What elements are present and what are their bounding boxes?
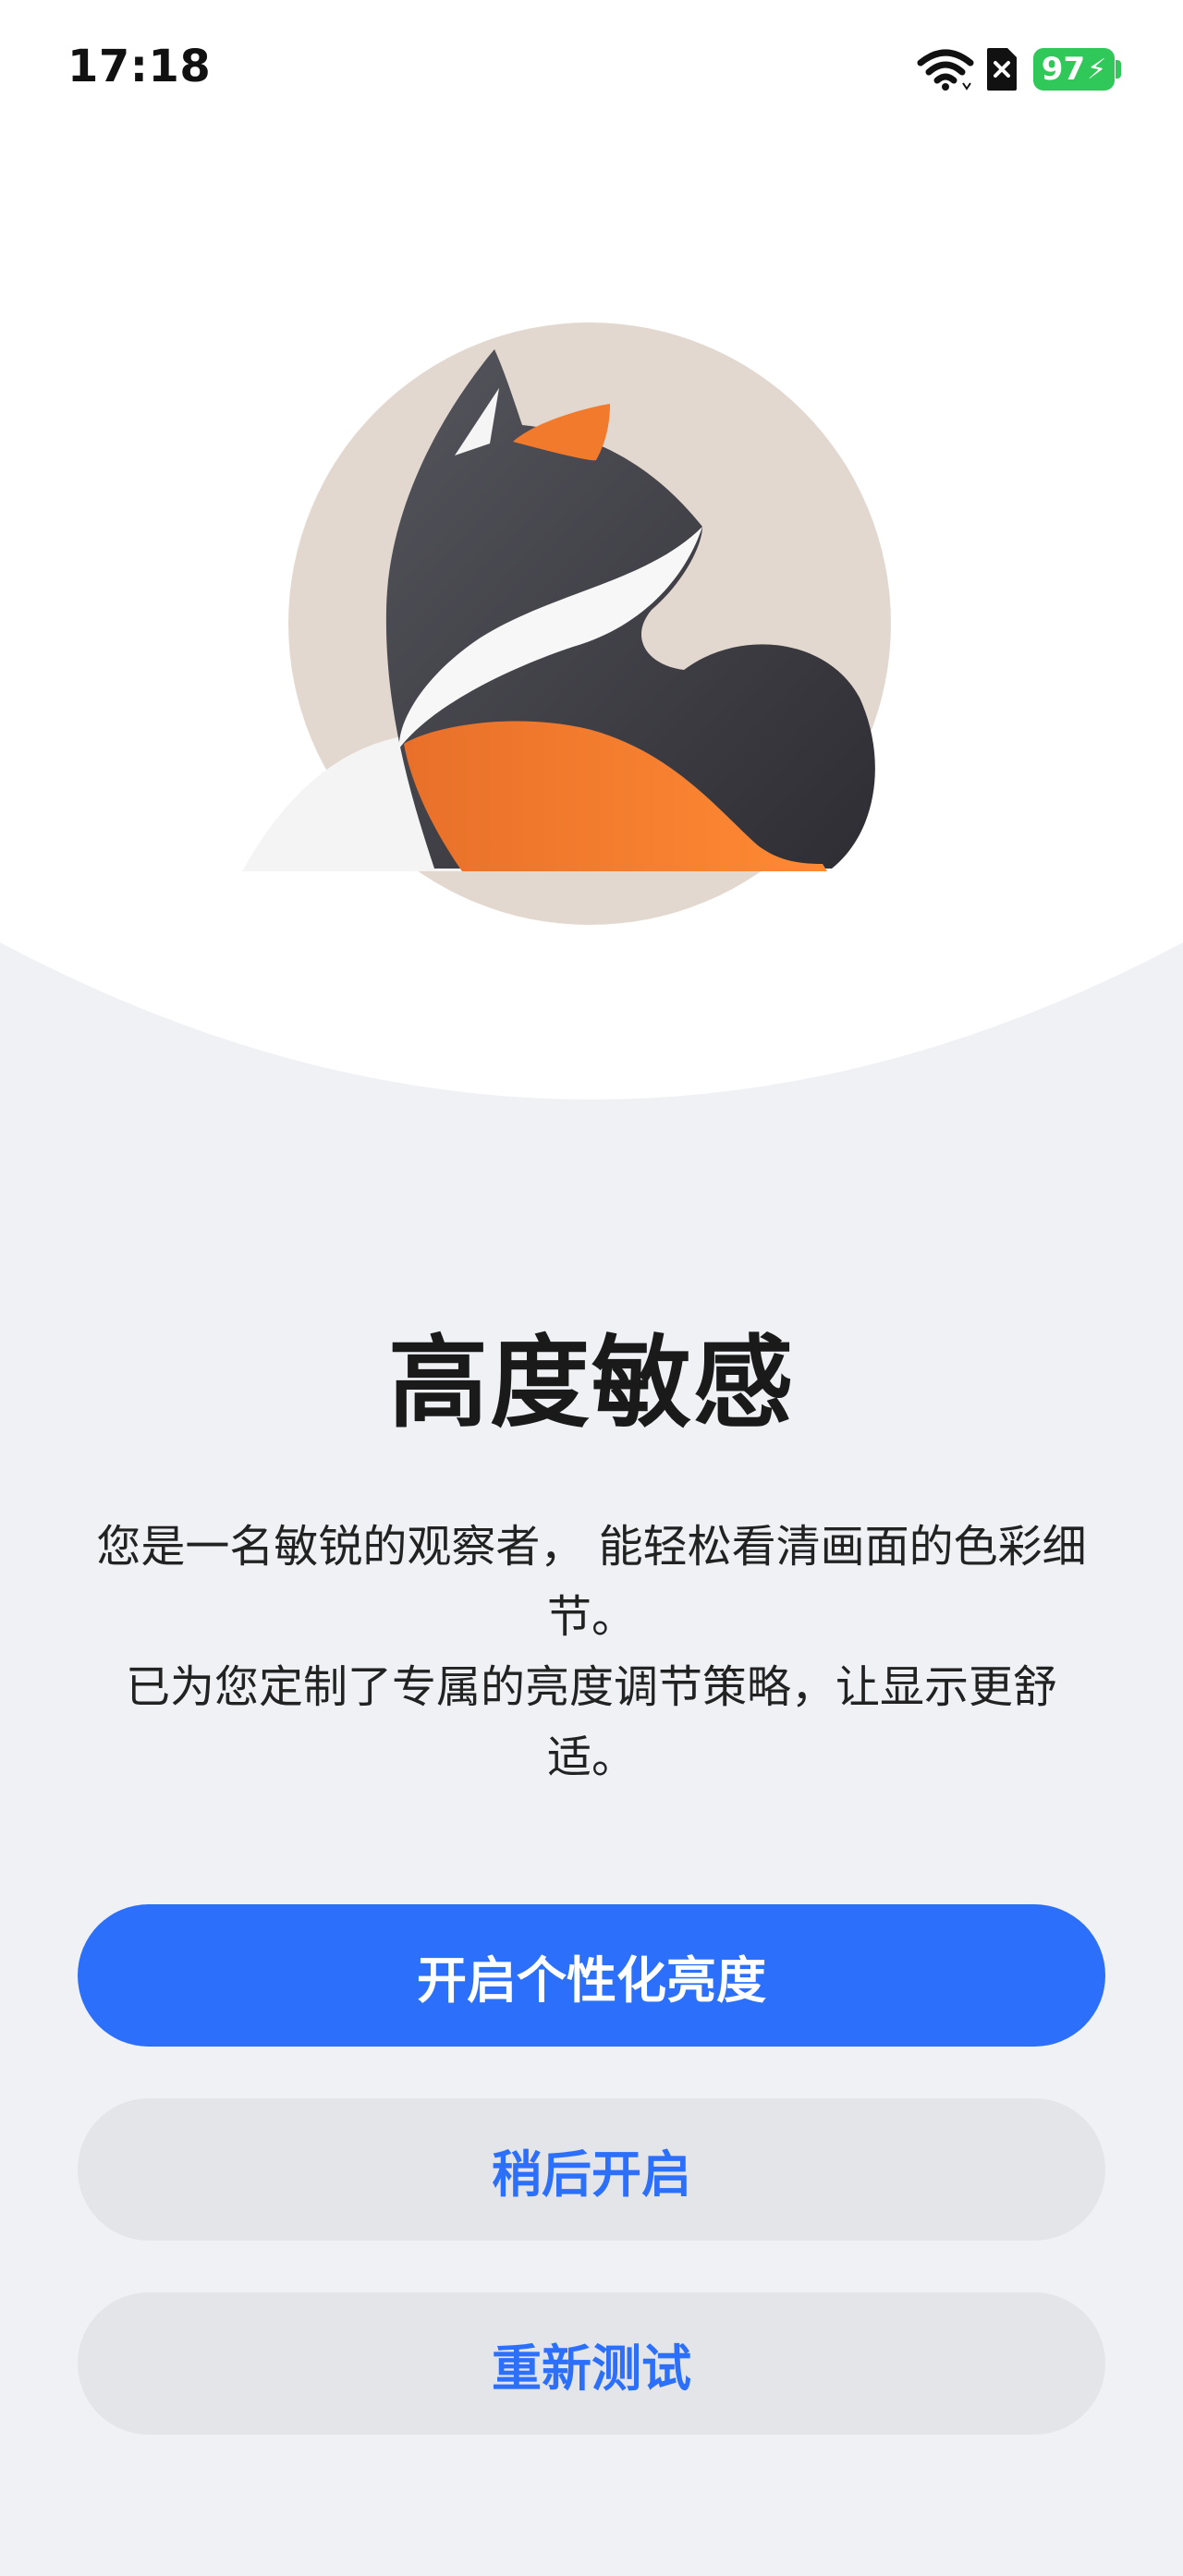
description-line: 您是一名敏锐的观察者， 能轻松看清画面的色彩细节。 xyxy=(96,1521,1087,1643)
battery-indicator: 97 ⚡ xyxy=(1033,48,1115,91)
battery-tip xyxy=(1116,60,1121,79)
wifi-icon xyxy=(917,49,974,91)
enable-later-button[interactable]: 稍后开启 xyxy=(78,2098,1105,2241)
page-title: 高度敏感 xyxy=(387,1326,795,1441)
description: 您是一名敏锐的观察者， 能轻松看清画面的色彩细节。 已为您定制了专属的亮度调节策… xyxy=(83,1512,1100,1792)
status-time: 17:18 xyxy=(67,41,212,92)
retest-button[interactable]: 重新测试 xyxy=(78,2292,1105,2435)
status-bar: 17:18 97 ⚡ xyxy=(0,0,1183,139)
description-line: 已为您定制了专属的亮度调节策略，让显示更舒适。 xyxy=(125,1661,1057,1783)
battery-charging-icon: ⚡ xyxy=(1087,53,1107,86)
enable-personalized-brightness-button[interactable]: 开启个性化亮度 xyxy=(78,1904,1105,2047)
fox-illustration xyxy=(242,322,891,925)
battery-level: 97 xyxy=(1041,51,1086,88)
sim-disabled-icon xyxy=(987,48,1017,91)
